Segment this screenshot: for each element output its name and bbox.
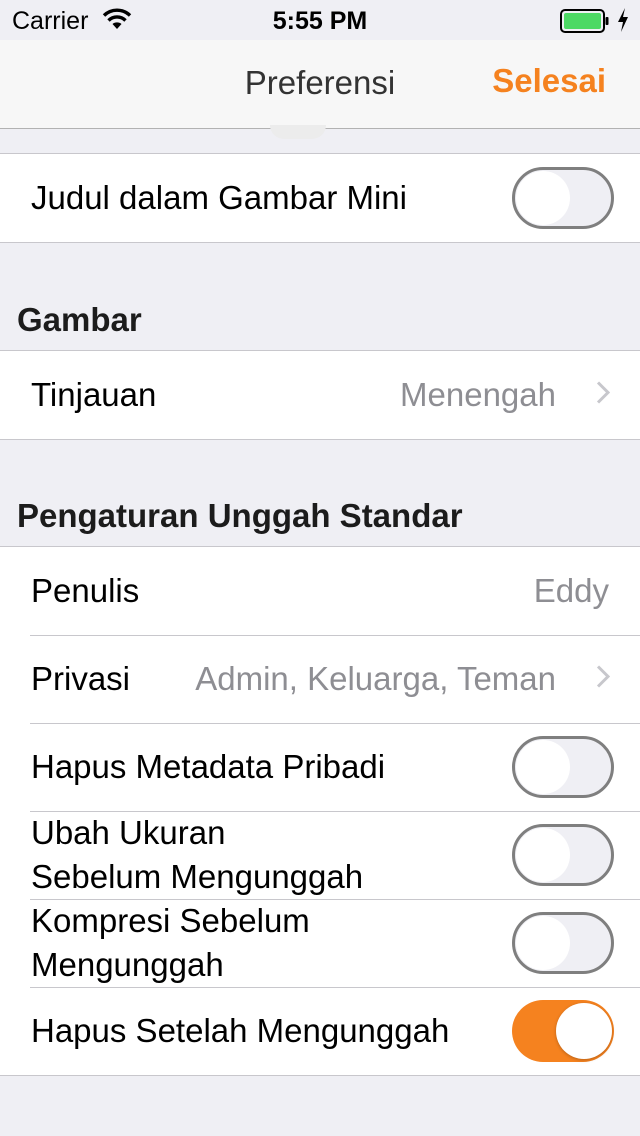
privacy-row[interactable]: Privasi Admin, Keluarga, Teman	[0, 635, 640, 723]
navigation-bar: Preferensi Selesai	[0, 40, 640, 129]
upload-settings-group: Penulis Eddy Privasi Admin, Keluarga, Te…	[0, 546, 640, 1076]
author-label: Penulis	[31, 572, 140, 609]
compress-label: Kompresi Sebelum Mengunggah	[31, 899, 431, 987]
preview-value: Menengah	[400, 376, 556, 413]
resize-toggle[interactable]	[512, 824, 614, 886]
clock: 5:55 PM	[272, 7, 368, 35]
preview-label: Tinjauan	[31, 376, 157, 413]
chevron-right-icon	[596, 665, 611, 694]
compress-label-line1: Kompresi Sebelum	[31, 902, 310, 939]
toggle-knob	[516, 916, 570, 970]
upload-section-header: Pengaturan Unggah Standar	[17, 497, 463, 534]
privacy-value: Admin, Keluarga, Teman	[195, 660, 556, 697]
toggle-knob	[516, 828, 570, 882]
scrolled-content-fragment	[270, 125, 326, 139]
compress-toggle[interactable]	[512, 912, 614, 974]
battery-icon	[560, 9, 610, 38]
compress-label-line2: Mengunggah	[31, 946, 224, 983]
images-section-header: Gambar	[17, 301, 142, 338]
done-button[interactable]: Selesai	[492, 62, 606, 100]
preview-row[interactable]: Tinjauan Menengah	[0, 351, 640, 439]
status-bar: Carrier 5:55 PM	[0, 0, 640, 40]
resize-row: Ubah Ukuran Sebelum Mengunggah	[0, 811, 640, 899]
thumbnail-title-toggle[interactable]	[512, 167, 614, 229]
delete-after-upload-row: Hapus Setelah Mengunggah	[0, 987, 640, 1075]
thumbnail-title-label: Judul dalam Gambar Mini	[31, 179, 407, 216]
resize-label-line1: Ubah Ukuran	[31, 814, 226, 851]
images-settings-group: Tinjauan Menengah	[0, 350, 640, 440]
privacy-label: Privasi	[31, 660, 131, 697]
thumbnail-settings-group: Judul dalam Gambar Mini	[0, 153, 640, 243]
thumbnail-title-row: Judul dalam Gambar Mini	[0, 154, 640, 242]
resize-label: Ubah Ukuran Sebelum Mengunggah	[31, 811, 431, 899]
delete-after-upload-label: Hapus Setelah Mengunggah	[31, 1012, 450, 1049]
charging-icon	[617, 7, 629, 38]
author-value: Eddy	[533, 572, 609, 609]
toggle-knob	[516, 171, 570, 225]
compress-row: Kompresi Sebelum Mengunggah	[0, 899, 640, 987]
toggle-knob	[556, 1003, 612, 1059]
toggle-knob	[516, 740, 570, 794]
author-row[interactable]: Penulis Eddy	[0, 547, 640, 635]
strip-metadata-label: Hapus Metadata Pribadi	[31, 748, 386, 785]
delete-after-upload-toggle[interactable]	[512, 1000, 614, 1062]
chevron-right-icon	[596, 381, 611, 410]
resize-label-line2: Sebelum Mengunggah	[31, 858, 364, 895]
strip-metadata-row: Hapus Metadata Pribadi	[0, 723, 640, 811]
strip-metadata-toggle[interactable]	[512, 736, 614, 798]
